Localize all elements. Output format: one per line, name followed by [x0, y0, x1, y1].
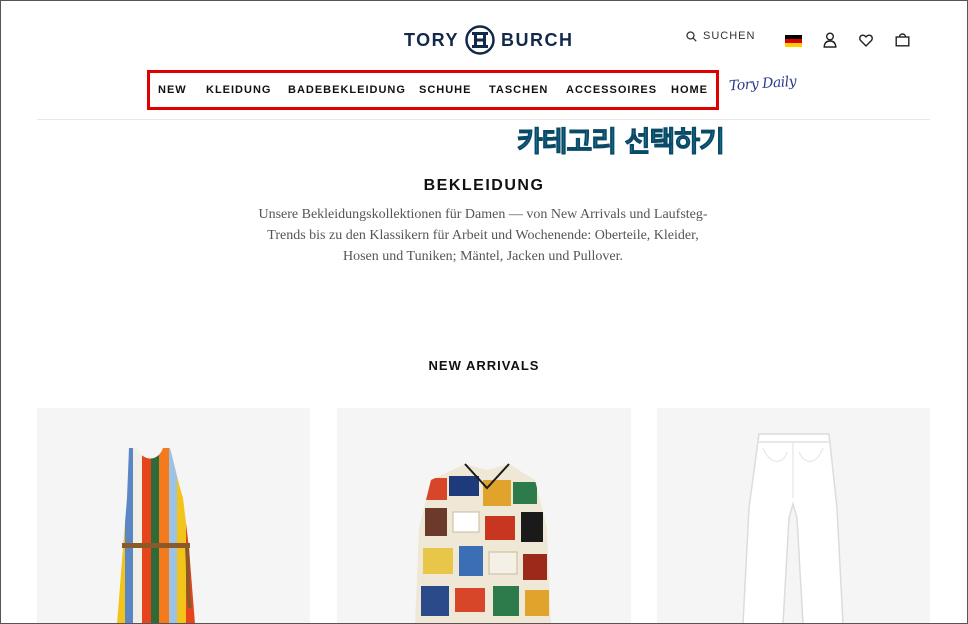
brand-logo[interactable]: TORY BURCH: [404, 24, 574, 56]
wishlist-heart-icon[interactable]: [859, 34, 873, 47]
nav-item-schuhe[interactable]: SCHUHE: [419, 84, 471, 96]
patchwork-shirt-image: [415, 463, 551, 624]
search-button[interactable]: SUCHEN: [686, 30, 755, 42]
tory-burch-emblem-icon: [465, 25, 495, 55]
search-icon: [686, 30, 697, 42]
tory-daily-signature-link[interactable]: Tory Daily: [729, 74, 797, 95]
nav-item-accessoires[interactable]: ACCESSOIRES: [566, 84, 657, 96]
nav-item-new[interactable]: NEW: [158, 84, 187, 96]
shopping-bag-icon[interactable]: [895, 32, 910, 47]
flag-stripe-gold: [785, 43, 802, 47]
nav-item-home[interactable]: HOME: [671, 84, 708, 96]
nav-item-taschen[interactable]: TASCHEN: [489, 84, 548, 96]
white-jeans-image: [742, 433, 844, 624]
logo-text-left: TORY: [404, 29, 460, 50]
nav-item-badebekleidung[interactable]: BADEBEKLEIDUNG: [288, 84, 406, 96]
annotation-label: 카테고리 선택하기: [517, 125, 726, 159]
striped-dress-image: [117, 448, 195, 624]
search-label: SUCHEN: [703, 30, 756, 42]
nav-item-kleidung[interactable]: KLEIDUNG: [206, 84, 271, 96]
header-utilities: SUCHEN: [686, 30, 910, 48]
category-description: Unsere Bekleidungskollektionen für Damen…: [258, 207, 708, 264]
germany-flag-icon[interactable]: [785, 35, 802, 47]
new-arrivals-title: NEW ARRIVALS: [428, 358, 540, 373]
product-card[interactable]: [37, 408, 310, 624]
header-divider: [37, 119, 930, 120]
logo-text-right: BURCH: [501, 29, 574, 50]
account-icon[interactable]: [823, 32, 837, 48]
page-title: BEKLEIDUNG: [423, 177, 545, 194]
product-card[interactable]: [337, 408, 631, 624]
product-card[interactable]: [657, 408, 930, 624]
